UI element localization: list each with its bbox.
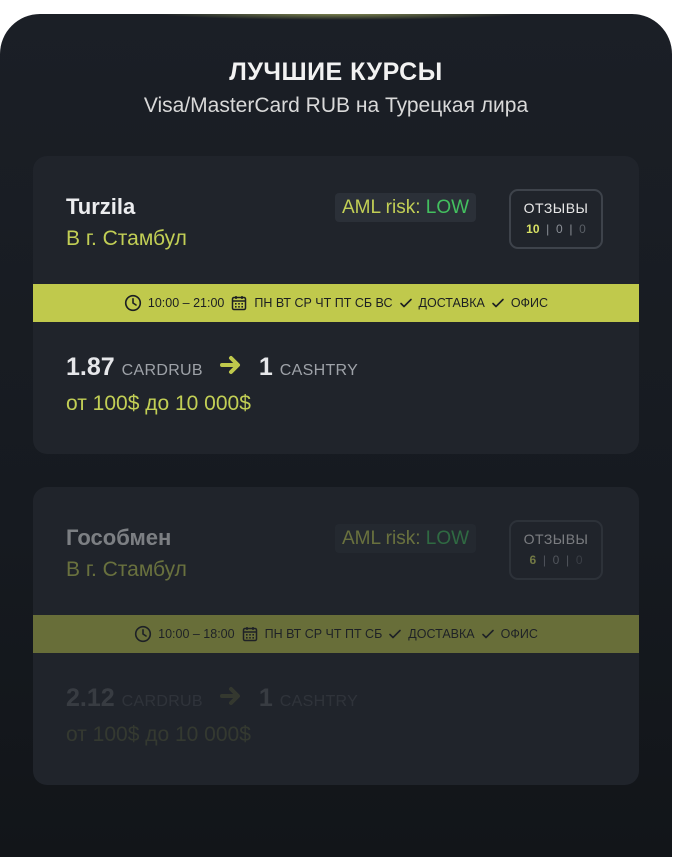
page-subtitle: Visa/MasterCard RUB на Турецкая лира xyxy=(143,94,529,117)
reviews-label: ОТЗЫВЫ xyxy=(523,531,589,547)
exchange-rate: 1.87 CARDRUB 1 CASHTRY xyxy=(66,353,358,382)
reviews-separator: | xyxy=(542,222,553,236)
rate-from-currency: CARDRUB xyxy=(121,693,203,710)
rate-to-value: 1 xyxy=(258,353,273,381)
rate-to-value: 1 xyxy=(258,684,273,712)
arrow-right-icon xyxy=(219,686,242,711)
check-icon xyxy=(388,627,402,641)
schedule-bar: 10:00 – 21:00 ПН ВТ СР ЧТ ПТ СБ ВС ДОСТА… xyxy=(33,284,639,322)
working-hours: 10:00 – 18:00 xyxy=(158,627,235,641)
working-days: ПН ВТ СР ЧТ ПТ СБ ВС xyxy=(254,296,393,310)
calendar-icon xyxy=(241,625,259,643)
clock-icon xyxy=(124,294,142,312)
rate-from-currency: CARDRUB xyxy=(121,362,203,379)
check-icon xyxy=(481,627,495,641)
reviews-button[interactable]: ОТЗЫВЫ 10 | 0 | 0 xyxy=(509,189,603,249)
reviews-label: ОТЗЫВЫ xyxy=(523,200,589,216)
aml-risk-label: AML risk: xyxy=(342,197,421,218)
delivery-label: ДОСТАВКА xyxy=(418,296,485,310)
reviews-separator: | xyxy=(566,222,576,236)
exchange-rate: 2.12 CARDRUB 1 CASHTRY xyxy=(66,684,358,713)
working-days: ПН ВТ СР ЧТ ПТ СБ xyxy=(264,627,383,641)
office-label: ОФИС xyxy=(500,627,538,641)
exchanger-city: В г. Стамбул xyxy=(66,227,187,250)
top-glow xyxy=(150,14,530,20)
exchanger-card[interactable]: Turzila В г. Стамбул AML risk: LOW ОТЗЫВ… xyxy=(33,156,639,454)
office-label: ОФИС xyxy=(510,296,549,310)
reviews-negative-count: 0 xyxy=(575,553,583,567)
page-title: ЛУЧШИЕ КУРСЫ xyxy=(229,58,443,86)
exchange-limits: от 100$ до 10 000$ xyxy=(66,723,251,746)
exchanger-city: В г. Стамбул xyxy=(66,558,187,581)
aml-risk-value: LOW xyxy=(425,528,470,549)
reviews-neutral-count: 0 xyxy=(552,553,560,567)
rate-to-currency: CASHTRY xyxy=(279,693,359,710)
exchanger-name[interactable]: Гособмен xyxy=(66,525,171,551)
arrow-right-icon xyxy=(219,355,242,380)
schedule-bar: 10:00 – 18:00 ПН ВТ СР ЧТ ПТ СБ ДОСТАВКА… xyxy=(33,615,639,653)
reviews-counts: 6 | 0 | 0 xyxy=(511,553,601,567)
exchanger-name[interactable]: Turzila xyxy=(66,194,135,220)
best-rates-panel: ЛУЧШИЕ КУРСЫ Visa/MasterCard RUB на Туре… xyxy=(0,14,672,857)
aml-risk-value: LOW xyxy=(425,197,470,218)
aml-risk-badge: AML risk: LOW xyxy=(335,193,477,222)
rate-to-currency: CASHTRY xyxy=(279,362,359,379)
delivery-label: ДОСТАВКА xyxy=(408,627,475,641)
clock-icon xyxy=(134,625,152,643)
reviews-positive-count: 6 xyxy=(529,553,537,567)
exchange-limits: от 100$ до 10 000$ xyxy=(66,392,251,415)
check-icon xyxy=(491,296,505,310)
working-hours: 10:00 – 21:00 xyxy=(147,296,225,310)
reviews-button[interactable]: ОТЗЫВЫ 6 | 0 | 0 xyxy=(509,520,603,580)
rate-from-value: 1.87 xyxy=(66,353,115,381)
reviews-neutral-count: 0 xyxy=(555,222,563,236)
reviews-negative-count: 0 xyxy=(579,222,586,236)
reviews-separator: | xyxy=(539,553,550,567)
aml-risk-badge: AML risk: LOW xyxy=(335,524,477,553)
calendar-icon xyxy=(230,294,248,312)
rate-from-value: 2.12 xyxy=(66,684,115,712)
reviews-separator: | xyxy=(562,553,573,567)
check-icon xyxy=(399,296,413,310)
exchanger-card[interactable]: Гособмен В г. Стамбул AML risk: LOW ОТЗЫ… xyxy=(33,487,639,785)
reviews-counts: 10 | 0 | 0 xyxy=(511,222,601,236)
reviews-positive-count: 10 xyxy=(526,222,540,236)
aml-risk-label: AML risk: xyxy=(342,528,421,549)
